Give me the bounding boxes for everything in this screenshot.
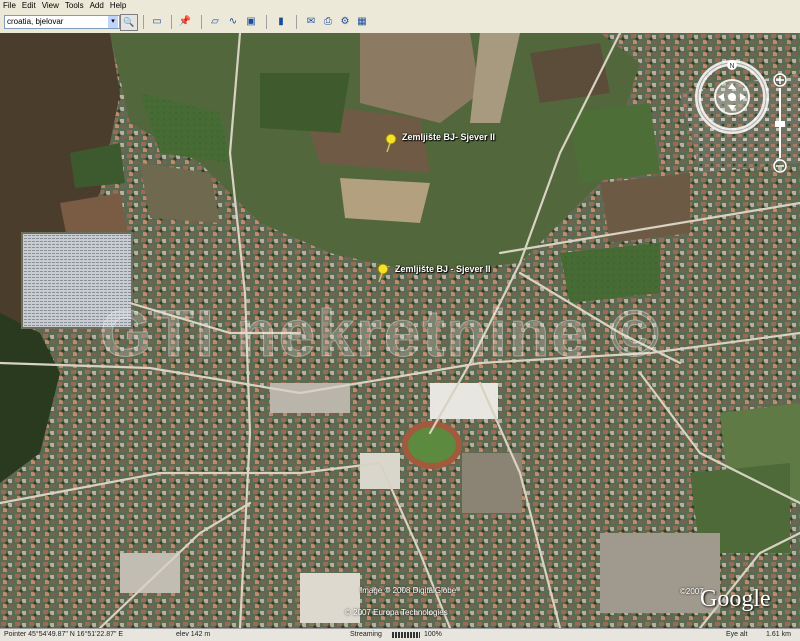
menu-edit[interactable]: Edit — [19, 0, 39, 11]
zoom-slider[interactable] — [773, 73, 787, 173]
toolbar-separator — [296, 15, 297, 29]
map-view[interactable]: GTI nekretnine © Zemljište BJ- Sjever II… — [0, 33, 800, 628]
eye-altitude-label: Eye alt — [726, 631, 748, 638]
toolbar-separator — [171, 15, 172, 29]
search-button[interactable]: 🔍 — [120, 14, 138, 31]
print-icon[interactable]: ⎙ — [321, 15, 335, 28]
menu-file[interactable]: File — [0, 0, 19, 11]
placemark-label[interactable]: Zemljište BJ- Sjever II — [402, 132, 495, 142]
chevron-down-icon[interactable]: ▾ — [108, 16, 118, 28]
elevation-readout: elev 142 m — [176, 631, 211, 638]
sidebar-icon[interactable]: ▭ — [150, 15, 164, 28]
watermark: GTI nekretnine © — [99, 296, 662, 371]
google-logo: Google — [700, 586, 771, 612]
overlay-icon[interactable]: ▣ — [244, 15, 258, 28]
email-icon[interactable]: ✉ — [304, 15, 318, 28]
europa-copyright: © 2007 Europa Technologies — [345, 608, 448, 617]
eye-altitude-value: 1.61 km — [766, 631, 791, 638]
streaming-percent: 100% — [424, 631, 442, 638]
toolbar-separator — [266, 15, 267, 29]
path-icon[interactable]: ∿ — [226, 15, 240, 28]
pushpin-icon[interactable] — [384, 133, 398, 153]
placemark-icon[interactable]: 📌 — [178, 15, 192, 28]
maps-icon[interactable]: ▦ — [355, 15, 369, 28]
svg-text:N: N — [729, 63, 734, 70]
pushpin-icon[interactable] — [376, 263, 390, 283]
placemark-label[interactable]: Zemljište BJ - Sjever II — [395, 264, 491, 274]
streaming-progress — [392, 632, 420, 638]
menu-tools[interactable]: Tools — [62, 0, 87, 11]
kml-icon[interactable]: ⚙ — [338, 15, 352, 28]
status-bar: Pointer 45°54'49.87" N 16°51'22.87" E el… — [0, 628, 800, 641]
pointer-coordinates: Pointer 45°54'49.87" N 16°51'22.87" E — [4, 631, 124, 638]
search-input[interactable]: croatia, bjelovar — [4, 15, 120, 29]
polygon-icon[interactable]: ▱ — [208, 15, 222, 28]
imagery-copyright: Image © 2008 DigitalGlobe — [360, 586, 457, 595]
search-icon: 🔍 — [123, 17, 135, 27]
compass-icon[interactable]: N — [694, 59, 770, 135]
ruler-icon[interactable]: ▮ — [274, 15, 288, 28]
toolbar: croatia, bjelovar ▾ 🔍 ▭ 📌 ▱ ∿ ▣ ▮ ✉ ⎙ ⚙ … — [0, 11, 800, 34]
menu-view[interactable]: View — [39, 0, 62, 11]
toolbar-separator — [201, 15, 202, 29]
streaming-label: Streaming — [350, 631, 382, 638]
menu-add[interactable]: Add — [87, 0, 107, 11]
menu-bar: File Edit View Tools Add Help — [0, 0, 800, 11]
menu-help[interactable]: Help — [107, 0, 129, 11]
toolbar-separator — [143, 15, 144, 29]
